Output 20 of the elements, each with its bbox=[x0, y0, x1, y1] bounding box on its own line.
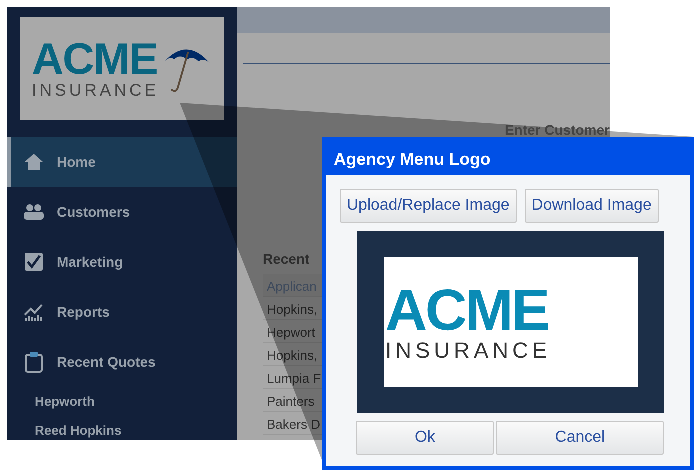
nav-item[interactable]: Home bbox=[7, 137, 237, 187]
nav-item[interactable]: Reports bbox=[7, 287, 237, 337]
logo-tagline: INSURANCE bbox=[386, 340, 552, 362]
dialog-button[interactable]: Ok bbox=[356, 421, 494, 455]
logo-brand: ACME bbox=[32, 38, 159, 82]
nav-item[interactable]: Marketing bbox=[7, 237, 237, 287]
dialog-button[interactable]: Cancel bbox=[496, 421, 664, 455]
action-button[interactable]: Download Image bbox=[524, 189, 659, 223]
recent-quote-link[interactable]: Reed Hopkins bbox=[35, 420, 122, 440]
home-icon bbox=[23, 151, 45, 173]
checkbox-icon bbox=[23, 251, 45, 273]
nav-item[interactable]: Customers bbox=[7, 187, 237, 237]
section-heading: Recent bbox=[263, 250, 311, 269]
action-button[interactable]: Upload/Replace Image bbox=[340, 189, 517, 223]
logo-brand: ACME bbox=[386, 282, 550, 340]
nav-item[interactable]: Recent Quotes bbox=[7, 337, 237, 387]
recent-quote-link[interactable]: Hepworth bbox=[35, 392, 95, 412]
clipboard-icon bbox=[23, 351, 45, 373]
dialog-title: Agency Menu Logo bbox=[326, 141, 690, 175]
logo-tagline: INSURANCE bbox=[32, 82, 160, 99]
